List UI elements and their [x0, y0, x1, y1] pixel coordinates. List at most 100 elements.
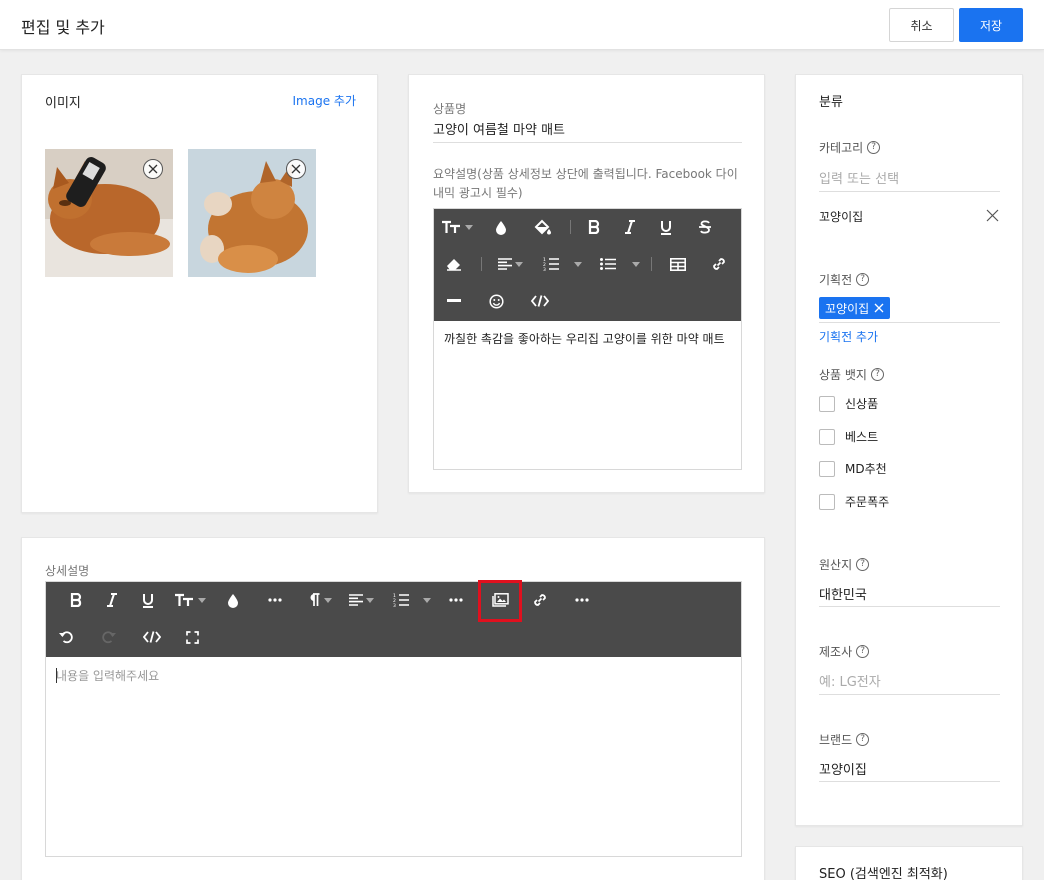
- background-color-icon[interactable]: [531, 215, 555, 239]
- badge-label-row: 상품 뱃지 ?: [819, 366, 884, 383]
- unordered-list-dropdown-icon[interactable]: [631, 252, 641, 276]
- horizontal-rule-icon[interactable]: [442, 289, 466, 313]
- classification-title: 분류: [819, 95, 843, 110]
- strikethrough-icon[interactable]: [693, 215, 717, 239]
- svg-text:3: 3: [543, 267, 546, 271]
- divider: [433, 142, 742, 143]
- badge-checkbox-md[interactable]: MD추천: [819, 460, 887, 477]
- divider: [819, 322, 1000, 323]
- link-icon[interactable]: [528, 588, 552, 612]
- maker-label-row: 제조사 ?: [819, 643, 870, 660]
- checkbox[interactable]: [819, 493, 835, 510]
- summary-editor-content[interactable]: 까칠한 촉감을 좋아하는 우리집 고양이를 위한 마약 매트: [434, 321, 741, 358]
- promotion-label: 기획전: [819, 273, 853, 287]
- code-view-icon[interactable]: [140, 625, 164, 649]
- maker-input[interactable]: 예: LG전자: [819, 671, 1000, 690]
- badge-checkbox-new[interactable]: 신상품: [819, 395, 878, 412]
- checkbox[interactable]: [819, 460, 835, 477]
- text-color-icon[interactable]: [221, 588, 245, 612]
- italic-icon[interactable]: [100, 588, 124, 612]
- page-title: 편집 및 추가: [21, 18, 105, 37]
- emoji-icon[interactable]: [484, 289, 508, 313]
- top-bar: 편집 및 추가 취소 저장: [0, 0, 1044, 50]
- unordered-list-icon[interactable]: [596, 252, 620, 276]
- align-dropdown-icon[interactable]: [365, 588, 375, 612]
- save-button[interactable]: 저장: [959, 8, 1023, 42]
- product-info-card: 상품명 고양이 여름철 마약 매트 요약설명(상품 상세정보 상단에 출력됩니다…: [408, 74, 765, 493]
- help-icon[interactable]: ?: [856, 733, 870, 746]
- font-size-dropdown-icon[interactable]: [197, 588, 207, 612]
- cancel-button[interactable]: 취소: [889, 8, 954, 42]
- more-icon[interactable]: [570, 588, 594, 612]
- remove-image-1-button[interactable]: [143, 159, 163, 179]
- fullscreen-icon[interactable]: [180, 625, 204, 649]
- eraser-icon[interactable]: [442, 252, 466, 276]
- link-icon[interactable]: [707, 252, 731, 276]
- remove-image-2-button[interactable]: [286, 159, 306, 179]
- italic-icon[interactable]: [618, 215, 642, 239]
- detail-editor-content[interactable]: 내용을 입력해주세요: [46, 657, 741, 694]
- align-dropdown-icon[interactable]: [514, 252, 524, 276]
- font-size-icon[interactable]: [172, 588, 198, 612]
- image-card: 이미지 Image 추가: [21, 74, 378, 513]
- ordered-list-dropdown-icon[interactable]: [422, 588, 432, 612]
- bold-icon[interactable]: [64, 588, 88, 612]
- code-view-icon[interactable]: [528, 289, 552, 313]
- divider: [819, 694, 1000, 695]
- more-icon[interactable]: [444, 588, 468, 612]
- font-size-icon[interactable]: [439, 215, 465, 239]
- checkbox[interactable]: [819, 395, 835, 412]
- font-size-dropdown-icon[interactable]: [464, 215, 474, 239]
- origin-label-row: 원산지 ?: [819, 556, 870, 573]
- product-name-input[interactable]: 고양이 여름철 마약 매트: [433, 119, 565, 138]
- seo-card: SEO (검색엔진 최적화): [795, 846, 1023, 880]
- text-cursor: [56, 668, 57, 683]
- image-section-label: 이미지: [45, 96, 81, 111]
- text-color-icon[interactable]: [489, 215, 513, 239]
- origin-input[interactable]: 대한민국: [819, 584, 1000, 603]
- add-promotion-link[interactable]: 기획전 추가: [819, 328, 878, 345]
- summary-editor-toolbar: 123: [434, 209, 741, 321]
- help-icon[interactable]: ?: [867, 141, 881, 154]
- category-selected-value: 꼬양이집: [819, 210, 864, 224]
- brand-input[interactable]: 꼬양이집: [819, 759, 1000, 778]
- category-input[interactable]: 입력 또는 선택: [819, 168, 1000, 187]
- checkbox-label: 베스트: [845, 430, 879, 444]
- detail-placeholder: 내용을 입력해주세요: [56, 669, 160, 683]
- more-icon[interactable]: [263, 588, 287, 612]
- divider: [819, 191, 1000, 192]
- ordered-list-dropdown-icon[interactable]: [573, 252, 583, 276]
- svg-text:3: 3: [393, 603, 396, 607]
- badge-checkbox-best[interactable]: 베스트: [819, 428, 878, 445]
- summary-editor: 123 까칠한 촉감을 좋아하는 우리집 고양이를 위한 마약 매트: [433, 208, 742, 470]
- summary-label: 요약설명(상품 상세정보 상단에 출력됩니다. Facebook 다이내믹 광고…: [433, 167, 738, 200]
- badge-checkbox-hot[interactable]: 주문폭주: [819, 493, 889, 510]
- help-icon[interactable]: ?: [856, 558, 870, 571]
- add-image-link[interactable]: Image 추가: [293, 92, 356, 109]
- help-icon[interactable]: ?: [856, 645, 870, 658]
- brand-label: 브랜드: [819, 733, 853, 747]
- undo-icon[interactable]: [54, 625, 78, 649]
- help-icon[interactable]: ?: [856, 273, 870, 286]
- underline-icon[interactable]: [136, 588, 160, 612]
- table-icon[interactable]: [666, 252, 690, 276]
- checkbox-label: 신상품: [845, 397, 879, 411]
- product-image-1[interactable]: [45, 149, 173, 277]
- underline-icon[interactable]: [654, 215, 678, 239]
- ordered-list-icon[interactable]: 123: [389, 588, 413, 612]
- promotion-tag-label: 꼬양이집: [825, 301, 870, 316]
- bold-icon[interactable]: [582, 215, 606, 239]
- ordered-list-icon[interactable]: 123: [539, 252, 563, 276]
- redo-icon[interactable]: [96, 625, 120, 649]
- remove-category-icon[interactable]: [986, 209, 999, 226]
- help-icon[interactable]: ?: [870, 368, 884, 381]
- close-icon[interactable]: [874, 303, 884, 313]
- brand-label-row: 브랜드 ?: [819, 731, 870, 748]
- paragraph-dropdown-icon[interactable]: [323, 588, 333, 612]
- divider: [819, 606, 1000, 607]
- detail-card: 상세설명 1 2 3 내용을 입력해주세요: [21, 537, 765, 880]
- product-image-2[interactable]: [188, 149, 316, 277]
- detail-editor: 123 내용을 입력해주세요: [45, 580, 742, 857]
- checkbox[interactable]: [819, 428, 835, 445]
- close-icon: [148, 164, 158, 174]
